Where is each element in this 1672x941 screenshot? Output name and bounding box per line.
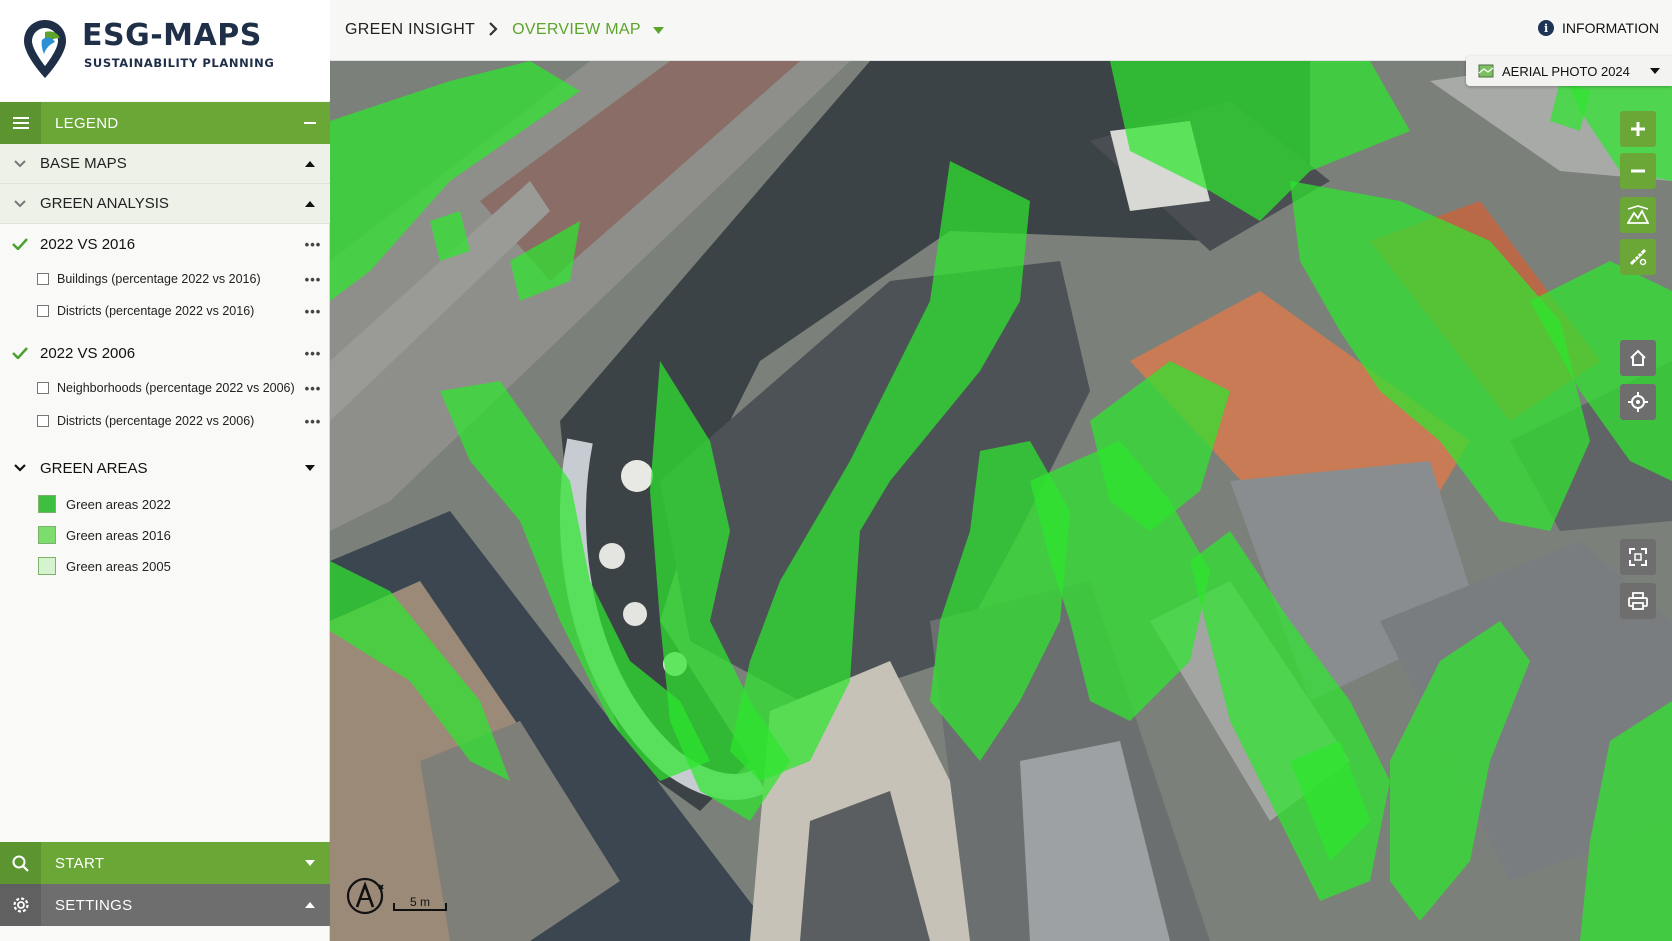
ruler-icon [1629,248,1647,266]
layer-checkbox[interactable] [37,415,49,427]
fullscreen-button[interactable] [1620,539,1656,575]
information-label: INFORMATION [1562,20,1659,36]
measure-button[interactable] [1620,239,1656,275]
layer-group-label: 2022 VS 2006 [40,344,136,362]
caret-up-icon[interactable] [290,902,330,908]
layers-icon [1478,64,1494,78]
breadcrumb-current[interactable]: OVERVIEW MAP [512,21,641,39]
chevron-down-icon [0,464,40,472]
minus-icon [1631,169,1645,173]
settings-label: SETTINGS [55,896,133,914]
plus-icon [1631,122,1645,136]
print-button[interactable] [1620,583,1656,619]
legend-entry: Green areas 2005 [0,551,330,581]
basemap-label: AERIAL PHOTO 2024 [1502,63,1630,79]
layer-group-2022-vs-2016[interactable]: 2022 VS 2016 ••• [0,227,330,261]
collapse-icon[interactable] [290,122,330,124]
caret-down-icon[interactable] [290,465,330,471]
breadcrumb-root[interactable]: GREEN INSIGHT [345,21,475,39]
layer-item[interactable]: Buildings (percentage 2022 vs 2016) ••• [0,264,330,294]
legend-entry: Green areas 2016 [0,520,330,550]
fullscreen-icon [1629,548,1647,566]
settings-panel[interactable]: SETTINGS [0,884,330,926]
caret-up-icon[interactable] [290,200,330,207]
checkmark-icon[interactable] [0,347,40,359]
layer-group-2022-vs-2006[interactable]: 2022 VS 2006 ••• [0,336,330,370]
logo[interactable]: ESG-MAPS SUSTAINABILITY PLANNING [0,0,330,101]
start-panel[interactable]: START [0,842,330,884]
app-title: ESG-MAPS [82,18,262,53]
home-icon [1630,349,1646,366]
legend-swatch [38,557,56,575]
chevron-down-icon [0,199,40,208]
layer-group-green-areas[interactable]: GREEN AREAS [0,451,330,485]
scale-line [393,903,447,911]
legend-header[interactable]: LEGEND [0,102,330,144]
sidebar: ESG-MAPS SUSTAINABILITY PLANNING LEGEND … [0,0,330,941]
layer-checkbox[interactable] [37,305,49,317]
layer-group-label: 2022 VS 2016 [40,235,136,253]
green-areas-label: GREEN AREAS [40,459,148,477]
menu-icon[interactable] [0,102,41,144]
scale-bar: 5 m [393,893,447,915]
terrain-view-button[interactable] [1620,197,1656,233]
checkmark-icon[interactable] [0,238,40,250]
more-options-icon[interactable]: ••• [296,381,330,396]
aerial-photo [330,61,1672,941]
more-options-icon[interactable]: ••• [296,272,330,287]
chevron-down-icon [0,159,40,168]
section-green-analysis-label: GREEN ANALYSIS [40,195,169,212]
layer-item[interactable]: Districts (percentage 2022 vs 2006) ••• [0,406,330,436]
legend-label: LEGEND [55,114,119,132]
legend-entry-label: Green areas 2005 [66,558,171,574]
chevron-right-icon [489,20,498,41]
layer-item[interactable]: Neighborhoods (percentage 2022 vs 2006) … [0,373,330,403]
map-canvas[interactable] [330,61,1672,941]
gear-icon[interactable] [0,884,41,926]
layer-checkbox[interactable] [37,273,49,285]
more-options-icon[interactable]: ••• [296,237,330,252]
locate-button[interactable] [1620,384,1656,420]
legend-swatch [38,495,56,513]
caret-up-icon[interactable] [290,160,330,167]
search-icon[interactable] [0,842,41,884]
crosshair-icon [1628,392,1648,412]
layer-item-label: Neighborhoods (percentage 2022 vs 2006) [57,381,295,395]
home-button[interactable] [1620,340,1656,376]
north-arrow-icon[interactable] [346,876,386,916]
more-options-icon[interactable]: ••• [296,304,330,319]
info-icon: i [1538,20,1555,36]
legend-entry: Green areas 2022 [0,489,330,519]
top-header: GREEN INSIGHT OVERVIEW MAP i INFORMATION [330,0,1672,61]
caret-down-icon[interactable] [290,860,330,866]
more-options-icon[interactable]: ••• [296,414,330,429]
app-subtitle: SUSTAINABILITY PLANNING [84,56,275,70]
section-base-maps-label: BASE MAPS [40,155,127,172]
legend-entry-label: Green areas 2016 [66,527,171,543]
basemap-selector[interactable]: AERIAL PHOTO 2024 [1466,56,1672,86]
section-green-analysis[interactable]: GREEN ANALYSIS [0,184,330,224]
section-base-maps[interactable]: BASE MAPS [0,144,330,184]
zoom-in-button[interactable] [1620,111,1656,147]
map-pin-logo-icon [24,20,66,78]
legend-swatch [38,526,56,544]
printer-icon [1628,592,1648,610]
terrain-icon [1627,205,1649,224]
layer-item-label: Districts (percentage 2022 vs 2006) [57,414,255,428]
layer-item[interactable]: Districts (percentage 2022 vs 2016) ••• [0,296,330,326]
more-options-icon[interactable]: ••• [296,346,330,361]
layer-item-label: Buildings (percentage 2022 vs 2016) [57,272,261,286]
information-button[interactable]: i INFORMATION [1538,20,1659,36]
layer-item-label: Districts (percentage 2022 vs 2016) [57,304,255,318]
caret-down-icon[interactable] [652,23,664,37]
zoom-out-button[interactable] [1620,153,1656,189]
layer-checkbox[interactable] [37,382,49,394]
start-label: START [55,854,105,872]
caret-down-icon [1650,65,1660,77]
legend-entry-label: Green areas 2022 [66,496,171,512]
